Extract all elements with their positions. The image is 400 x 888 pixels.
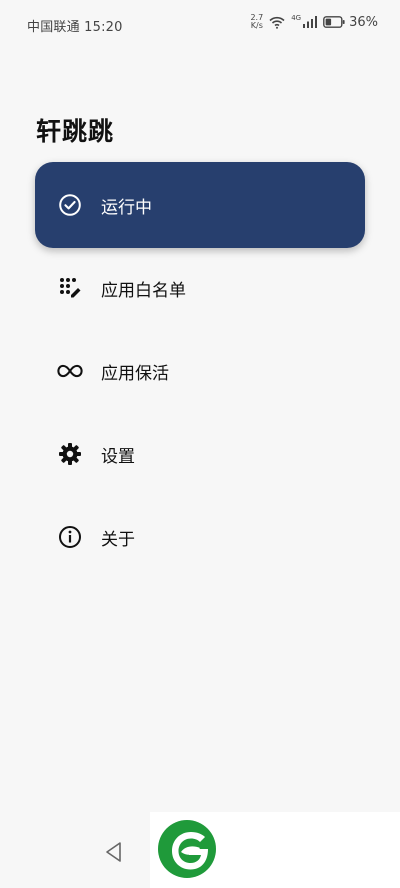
gear-icon: [57, 441, 83, 467]
status-icons: 2.7 K/s 4G 36%: [250, 14, 378, 30]
menu-item-label: 设置: [101, 446, 135, 467]
check-circle-icon: [57, 192, 83, 218]
menu-item-label: 运行中: [101, 197, 152, 218]
battery-icon: [323, 16, 345, 28]
app-title: 轩跳跳: [36, 117, 115, 146]
menu-item-label: 应用白名单: [101, 280, 186, 301]
menu-item-running[interactable]: 运行中: [35, 162, 365, 248]
wifi-icon: [269, 16, 285, 29]
watermark-logo-area: [150, 812, 400, 888]
network-type: 4G: [291, 14, 302, 22]
menu-item-keepalive[interactable]: 应用保活: [35, 328, 365, 414]
signal-icon: [303, 16, 318, 28]
info-icon: [57, 524, 83, 550]
carrier-time: 中国联通 15:20: [27, 20, 123, 35]
menu-list: 运行中 应用白名单 应用保活 设置 关于: [35, 162, 365, 577]
leaf-logo-icon: [158, 820, 216, 878]
menu-item-whitelist[interactable]: 应用白名单: [35, 245, 365, 331]
status-bar: 中国联通 15:20 2.7 K/s 4G 36%: [0, 0, 400, 48]
menu-item-settings[interactable]: 设置: [35, 411, 365, 497]
network-speed: 2.7 K/s: [250, 14, 263, 30]
dots-pen-icon: [57, 275, 83, 301]
menu-item-label: 应用保活: [101, 363, 169, 384]
menu-item-about[interactable]: 关于: [35, 494, 365, 580]
battery-percent: 36%: [349, 14, 378, 30]
back-triangle-icon[interactable]: [104, 840, 124, 864]
infinity-icon: [57, 358, 83, 384]
navigation-bar: [0, 812, 400, 888]
battery: 36%: [323, 15, 378, 30]
speed-unit: K/s: [250, 21, 263, 30]
menu-item-label: 关于: [101, 529, 135, 550]
